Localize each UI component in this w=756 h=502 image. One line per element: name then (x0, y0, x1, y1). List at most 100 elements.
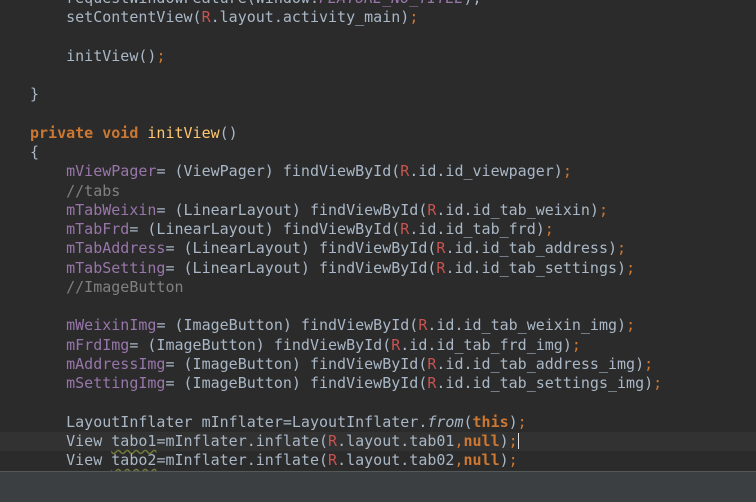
code-token: ; (156, 46, 166, 65)
code-token: ; (544, 220, 554, 238)
code-token: ; (653, 374, 663, 392)
code-token: .id.id_tab_settings_img) (436, 374, 654, 392)
code-token: ) (508, 412, 518, 431)
code-line[interactable] (0, 297, 756, 316)
code-token: .id.id_tab_settings) (445, 258, 627, 277)
code-token: ) (499, 431, 509, 450)
code-token: mTabSetting (30, 258, 166, 277)
code-token: FEATURE_NO_TITLE (319, 0, 464, 7)
code-token: } (30, 85, 40, 104)
code-token: R (400, 220, 410, 238)
code-token: R (328, 431, 338, 450)
code-token: .layout.tab02 (337, 451, 455, 469)
code-token: = (ImageButton) findViewById( (129, 335, 392, 354)
code-token: ( (463, 412, 473, 431)
code-token: tabo1 (111, 431, 157, 450)
code-line[interactable]: initView(); (0, 47, 756, 66)
code-token: ; (517, 412, 527, 431)
code-token: { (30, 143, 40, 161)
code-line[interactable]: mFrdImg= (ImageButton) findViewById(R.id… (0, 336, 756, 355)
code-line-current[interactable]: View tabo1=mInflater.inflate(R.layout.ta… (0, 431, 756, 451)
code-token: ); (463, 0, 481, 7)
code-token: = (ImageButton) findViewById( (165, 374, 428, 392)
code-line[interactable]: View tabo2=mInflater.inflate(R.layout.ta… (0, 451, 756, 470)
code-token: this (472, 412, 509, 431)
code-token: .id.id_tab_address_img) (436, 354, 645, 373)
code-token: = (ViewPager) findViewById( (156, 162, 401, 181)
code-token: from (427, 412, 464, 431)
code-line[interactable]: mViewPager= (ViewPager) findViewById(R.i… (0, 162, 756, 181)
code-line[interactable]: //tabs (0, 182, 756, 201)
code-token: mViewPager (30, 162, 157, 181)
code-token: ; (598, 200, 608, 219)
code-token: , (454, 451, 464, 469)
code-token: .id.id_tab_frd_img) (400, 335, 572, 354)
code-token: = (LinearLayout) findViewById( (165, 239, 437, 258)
code-token: ; (626, 316, 636, 335)
code-token: = (LinearLayout) findViewById( (165, 258, 437, 277)
code-token: = (LinearLayout) findViewById( (156, 200, 428, 219)
code-token: ; (626, 258, 636, 277)
code-token: =mInflater.inflate( (156, 451, 329, 469)
code-token: mFrdImg (30, 335, 130, 354)
code-token: =mInflater.inflate( (156, 431, 329, 450)
code-token: .id.id_tab_frd) (409, 220, 545, 238)
code-token: setContentView( (30, 8, 202, 27)
status-bar (0, 471, 756, 502)
code-token: mSettingImg (30, 374, 166, 392)
code-line[interactable]: private void initView() (0, 124, 756, 143)
code-token: .layout.activity_main) (210, 8, 410, 27)
code-token: ) (499, 451, 509, 469)
code-line[interactable] (0, 66, 756, 85)
code-token: private void (30, 123, 148, 142)
code-token: ; (562, 162, 572, 181)
code-line[interactable]: //ImageButton (0, 278, 756, 297)
code-token: R (400, 162, 410, 181)
code-token: //tabs (30, 181, 121, 200)
code-line[interactable]: mAddressImg= (ImageButton) findViewById(… (0, 355, 756, 374)
code-token: tabo2 (111, 451, 157, 469)
code-line[interactable]: { (0, 143, 756, 162)
code-token: requestWindowFeature(Window. (30, 0, 319, 7)
code-line[interactable]: requestWindowFeature(Window.FEATURE_NO_T… (0, 0, 756, 8)
code-token: View (30, 431, 112, 450)
code-token: initView (147, 123, 220, 142)
code-token: .id.id_tab_address) (445, 239, 618, 258)
code-token: ; (409, 8, 419, 27)
code-line[interactable] (0, 393, 756, 412)
code-token: R (201, 8, 211, 27)
code-token: //ImageButton (30, 277, 184, 296)
code-line[interactable]: mWeixinImg= (ImageButton) findViewById(R… (0, 316, 756, 335)
code-token: = (ImageButton) findViewById( (165, 354, 428, 373)
code-line[interactable]: mTabAddress= (LinearLayout) findViewById… (0, 239, 756, 258)
code-token: null (463, 451, 500, 469)
code-token: ; (644, 354, 654, 373)
code-token: LayoutInflater mInflater=LayoutInflater. (30, 412, 428, 431)
code-token: .id.id_tab_weixin_img) (427, 316, 627, 335)
code-line[interactable]: } (0, 85, 756, 104)
code-token: .id.id_tab_weixin) (436, 200, 599, 219)
code-line[interactable] (0, 28, 756, 47)
code-token: R (391, 335, 401, 354)
code-line[interactable]: setContentView(R.layout.activity_main); (0, 8, 756, 27)
code-token: initView() (30, 46, 157, 65)
code-token: R (328, 451, 338, 469)
code-token: View (30, 451, 112, 469)
text-cursor (517, 432, 520, 449)
code-token: ; (617, 239, 627, 258)
code-line[interactable]: mTabFrd= (LinearLayout) findViewById(R.i… (0, 220, 756, 239)
code-token: = (LinearLayout) findViewById( (129, 220, 401, 238)
code-token: ; (508, 431, 518, 450)
code-line[interactable]: mTabWeixin= (LinearLayout) findViewById(… (0, 201, 756, 220)
code-token: .layout.tab01 (337, 431, 455, 450)
code-token: , (454, 431, 464, 450)
code-line[interactable]: mTabSetting= (LinearLayout) findViewById… (0, 259, 756, 278)
code-line[interactable]: LayoutInflater mInflater=LayoutInflater.… (0, 413, 756, 432)
code-line[interactable]: mSettingImg= (ImageButton) findViewById(… (0, 374, 756, 393)
code-editor[interactable]: requestWindowFeature(Window.FEATURE_NO_T… (0, 0, 756, 472)
code-line[interactable] (0, 105, 756, 124)
code-token: ; (508, 451, 518, 469)
code-token: mTabAddress (30, 239, 166, 258)
code-token: mWeixinImg (30, 316, 157, 335)
code-token: ; (571, 335, 581, 354)
